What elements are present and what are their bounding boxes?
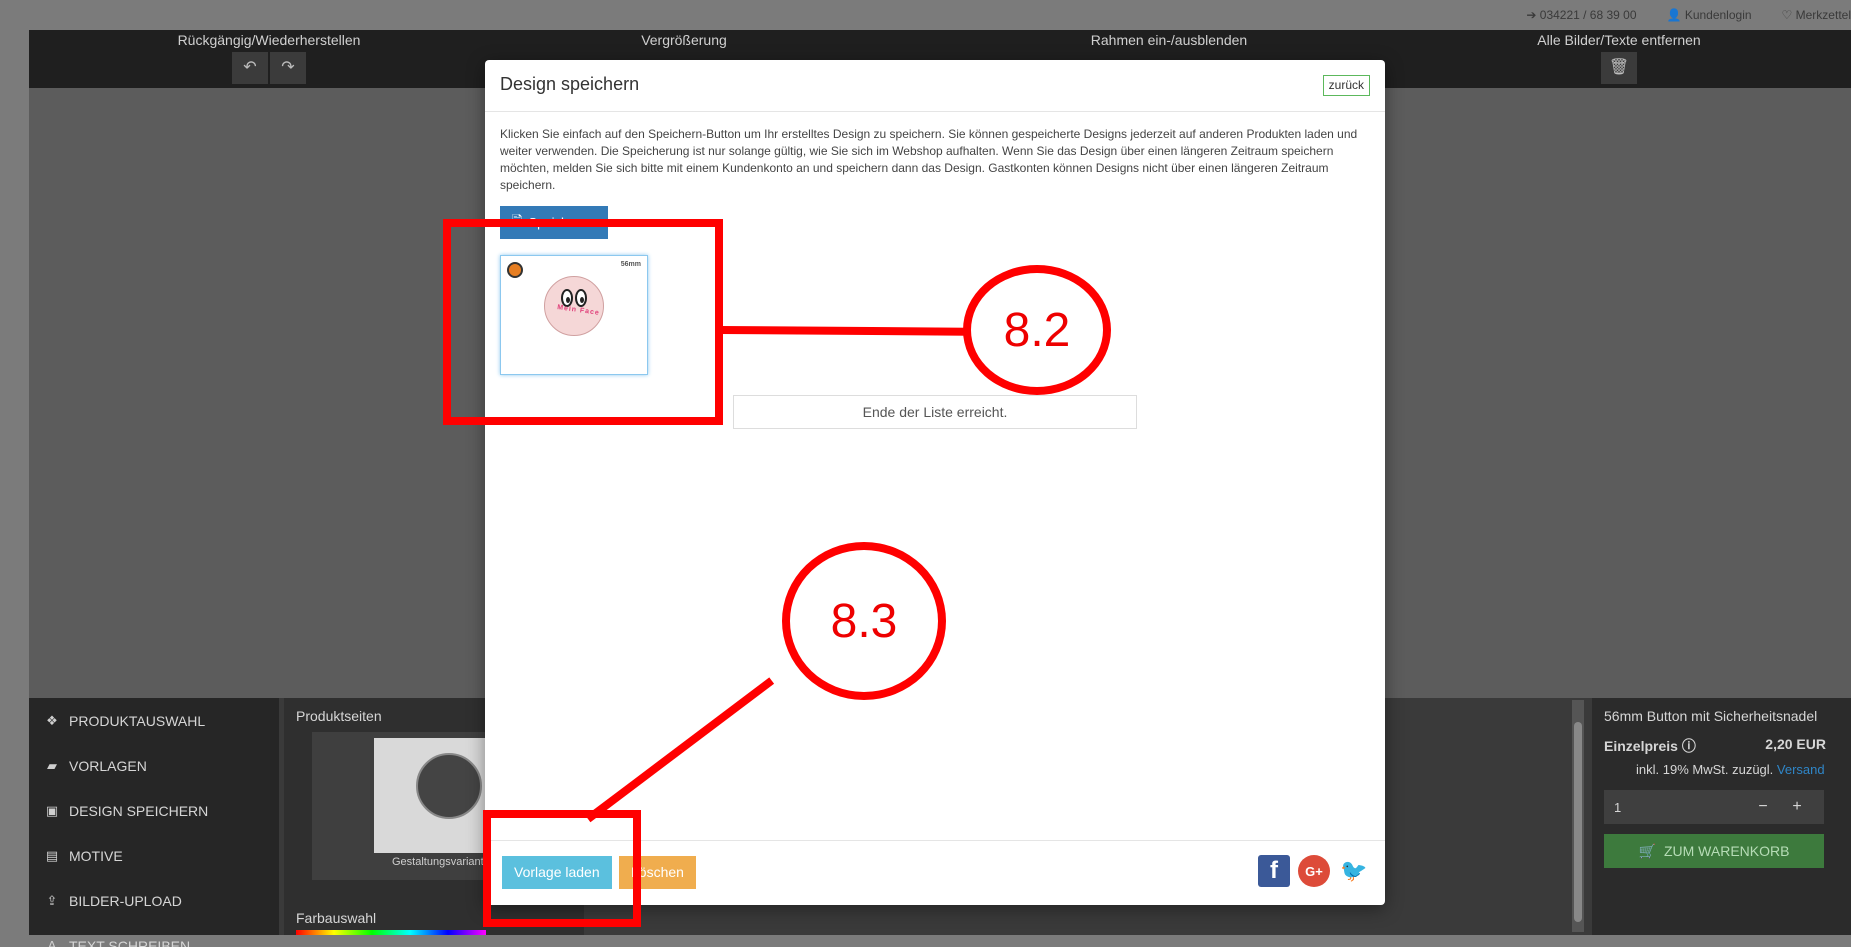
wishlist-link[interactable]: ♡ Merkzettel bbox=[1782, 8, 1851, 22]
undo-redo-group: Rückgängig/Wiederherstellen ↶ ↷ bbox=[159, 32, 379, 84]
sidebar-item-design-speichern[interactable]: ▣ DESIGN SPEICHERN bbox=[29, 788, 279, 833]
cubes-icon: ❖ bbox=[46, 712, 58, 728]
quantity-stepper: 1 − + bbox=[1604, 790, 1824, 824]
annotation-circle-8-2: 8.2 bbox=[963, 265, 1111, 395]
frame-toggle-group: Rahmen ein-/ausblenden bbox=[1059, 32, 1279, 48]
redo-button[interactable]: ↷ bbox=[270, 52, 306, 84]
modal-description: Klicken Sie einfach auf den Speichern-Bu… bbox=[500, 127, 1358, 192]
back-button[interactable]: zurück bbox=[1322, 75, 1370, 96]
save-icon: ▣ bbox=[45, 802, 59, 818]
basket-icon: 🛒 bbox=[1638, 842, 1656, 859]
annotation-box-thumbnail bbox=[443, 219, 723, 425]
twitter-icon[interactable]: 🐦 bbox=[1338, 855, 1370, 887]
save-design-modal: Design speichern zurück Klicken Sie einf… bbox=[485, 60, 1385, 905]
phone-link[interactable]: ➔ 034221 / 68 39 00 bbox=[1526, 8, 1636, 22]
modal-title: Design speichern bbox=[500, 74, 640, 94]
redo-icon: ↷ bbox=[281, 59, 295, 76]
color-selection-title: Farbauswahl bbox=[296, 910, 377, 926]
product-pages-title: Produktseiten bbox=[296, 708, 382, 724]
quantity-input[interactable]: 1 bbox=[1614, 800, 1746, 815]
button-preview-circle bbox=[416, 753, 482, 819]
scroll-thumb[interactable] bbox=[1574, 722, 1582, 922]
font-icon: A bbox=[47, 938, 57, 947]
side-menu: ❖ PRODUKTAUSWAHL ▰ VORLAGEN ▣ DESIGN SPEICH… bbox=[29, 698, 279, 947]
plus-icon[interactable]: + bbox=[1780, 798, 1814, 816]
zoom-label: Vergrößerung bbox=[641, 32, 727, 48]
price-label: Einzelpreis bbox=[1604, 738, 1678, 754]
add-to-cart-button[interactable]: 🛒 ZUM WARENKORB bbox=[1604, 834, 1824, 868]
top-bar: ➔ 034221 / 68 39 00 👤 Kundenlogin ♡ Merk… bbox=[0, 0, 1851, 30]
facebook-icon[interactable]: f bbox=[1258, 855, 1290, 887]
price-value: 2,20 EUR bbox=[1765, 736, 1826, 752]
upload-icon: ⇪ bbox=[46, 892, 58, 908]
info-icon[interactable]: ⓘ bbox=[1682, 738, 1696, 754]
topbar-links: ➔ 034221 / 68 39 00 👤 Kundenlogin ♡ Merk… bbox=[1526, 8, 1851, 22]
trash-icon: 🗑 bbox=[1608, 59, 1630, 76]
undo-redo-label: Rückgängig/Wiederherstellen bbox=[177, 32, 361, 48]
sidebar-item-vorlagen[interactable]: ▰ VORLAGEN bbox=[29, 743, 279, 788]
login-link[interactable]: 👤 Kundenlogin bbox=[1667, 8, 1752, 22]
color-picker-bar[interactable] bbox=[296, 930, 486, 935]
price-row: Einzelpreis ⓘ 2,20 EUR bbox=[1604, 736, 1826, 756]
product-page-preview bbox=[374, 738, 494, 853]
sidebar-item-bilder-upload[interactable]: ⇪ BILDER-UPLOAD bbox=[29, 878, 279, 923]
remove-all-button[interactable]: 🗑 bbox=[1601, 52, 1637, 84]
cart-panel: 56mm Button mit Sicherheitsnadel Einzelp… bbox=[1592, 698, 1851, 935]
modal-header: Design speichern zurück bbox=[485, 60, 1385, 112]
end-of-list-notice: Ende der Liste erreicht. bbox=[733, 395, 1137, 429]
annotation-box-load-template bbox=[483, 810, 641, 927]
google-plus-icon[interactable]: G+ bbox=[1298, 855, 1330, 887]
image-icon: ▤ bbox=[45, 847, 59, 863]
undo-icon: ↶ bbox=[243, 59, 257, 76]
tax-info: inkl. 19% MwSt. zuzügl. Versand bbox=[1636, 762, 1825, 777]
product-name: 56mm Button mit Sicherheitsnadel bbox=[1604, 708, 1818, 724]
folder-icon: ▰ bbox=[47, 757, 57, 773]
sidebar-item-motive[interactable]: ▤ MOTIVE bbox=[29, 833, 279, 878]
minus-icon[interactable]: − bbox=[1746, 798, 1780, 816]
frame-toggle-label: Rahmen ein-/ausblenden bbox=[1090, 32, 1248, 48]
social-share: f G+ 🐦 bbox=[1258, 855, 1370, 887]
undo-button[interactable]: ↶ bbox=[232, 52, 268, 84]
panel-scrollbar[interactable] bbox=[1572, 700, 1584, 932]
product-page-label: Gestaltungsvariant bbox=[392, 856, 484, 868]
zoom-group: Vergrößerung bbox=[589, 32, 779, 48]
remove-all-group: Alle Bilder/Texte entfernen 🗑 bbox=[1499, 32, 1739, 84]
shipping-link[interactable]: Versand bbox=[1777, 762, 1825, 777]
annotation-circle-8-3: 8.3 bbox=[782, 542, 946, 700]
sidebar-item-produktauswahl[interactable]: ❖ PRODUKTAUSWAHL bbox=[29, 698, 279, 743]
annotation-line-8-2 bbox=[719, 326, 969, 336]
remove-all-label: Alle Bilder/Texte entfernen bbox=[1537, 32, 1701, 48]
sidebar-item-text-schreiben[interactable]: A TEXT SCHREIBEN bbox=[29, 923, 279, 947]
